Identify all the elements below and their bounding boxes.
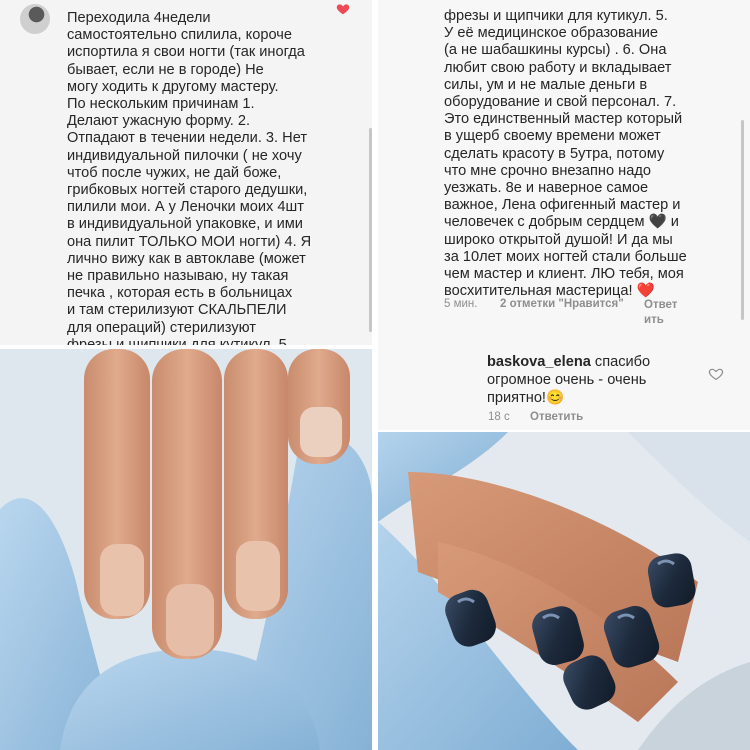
heart-icon[interactable] [336, 2, 350, 16]
hand-photo-after [378, 432, 750, 750]
after-photo [378, 432, 750, 750]
heart-outline-icon[interactable] [708, 366, 724, 382]
avatar[interactable] [20, 4, 50, 34]
comment-text: Переходила 4недели самостоятельно спилил… [67, 10, 312, 345]
before-photo [0, 349, 372, 750]
comment-panel-left: Переходила 4недели самостоятельно спилил… [0, 0, 372, 345]
hand-photo-before [0, 349, 372, 750]
comment-text: фрезы и щипчики для кутикул. 5. У её мед… [444, 8, 687, 300]
comment-time: 5 мин. [444, 298, 478, 310]
scrollbar[interactable] [369, 128, 372, 332]
reply-button[interactable]: Ответить [530, 411, 583, 423]
reply-username[interactable]: baskova_elena [487, 354, 591, 370]
scrollbar[interactable] [741, 120, 744, 320]
likes-count-link[interactable]: 2 отметки "Нравится" [500, 298, 624, 310]
reply-button[interactable]: Ответ ить [644, 298, 677, 328]
reply-comment: baskova_elena спасибо огромное очень - о… [487, 353, 662, 407]
reply-time: 18 с [488, 411, 510, 423]
